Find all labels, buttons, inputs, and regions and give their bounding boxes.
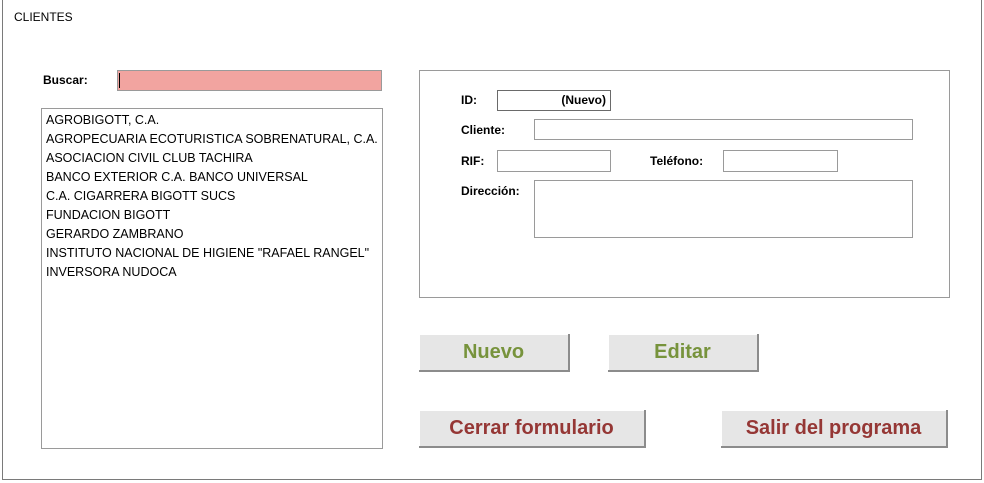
client-list-item[interactable]: C.A. CIGARRERA BIGOTT SUCS [42,187,382,206]
client-list-item[interactable]: INVERSORA NUDOCA [42,263,382,282]
client-list-item[interactable]: INSTITUTO NACIONAL DE HIGIENE "RAFAEL RA… [42,244,382,263]
id-label: ID: [461,93,477,107]
id-field[interactable]: (Nuevo) [497,90,611,111]
client-list-item[interactable]: BANCO EXTERIOR C.A. BANCO UNIVERSAL [42,168,382,187]
telefono-input[interactable] [723,150,838,172]
direccion-textarea[interactable] [534,180,913,238]
rif-label: RIF: [461,154,485,168]
search-input[interactable] [117,70,382,91]
cliente-label: Cliente: [461,123,506,137]
telefono-label: Teléfono: [650,154,704,168]
client-detail-frame: ID: (Nuevo) Cliente: RIF: Teléfono: Dire… [419,70,950,298]
editar-button[interactable]: Editar [608,334,759,372]
clientes-window: CLIENTES Buscar: AGROBIGOTT, C.A. AGROPEC… [2,0,982,480]
client-list-item[interactable]: ASOCIACION CIVIL CLUB TACHIRA [42,149,382,168]
client-list-item[interactable]: AGROPECUARIA ECOTURISTICA SOBRENATURAL, … [42,130,382,149]
client-list-item[interactable]: GERARDO ZAMBRANO [42,225,382,244]
rif-input[interactable] [497,150,611,172]
window-title: CLIENTES [14,10,73,24]
search-label: Buscar: [43,73,88,87]
cerrar-formulario-button[interactable]: Cerrar formulario [419,410,646,448]
text-cursor [119,73,120,88]
nuevo-button[interactable]: Nuevo [419,334,570,372]
client-list-item[interactable]: AGROBIGOTT, C.A. [42,111,382,130]
direccion-label: Dirección: [461,184,520,198]
salir-del-programa-button[interactable]: Salir del programa [721,410,948,448]
cliente-input[interactable] [534,119,913,140]
client-list[interactable]: AGROBIGOTT, C.A. AGROPECUARIA ECOTURISTIC… [41,108,383,449]
client-list-item[interactable]: FUNDACION BIGOTT [42,206,382,225]
